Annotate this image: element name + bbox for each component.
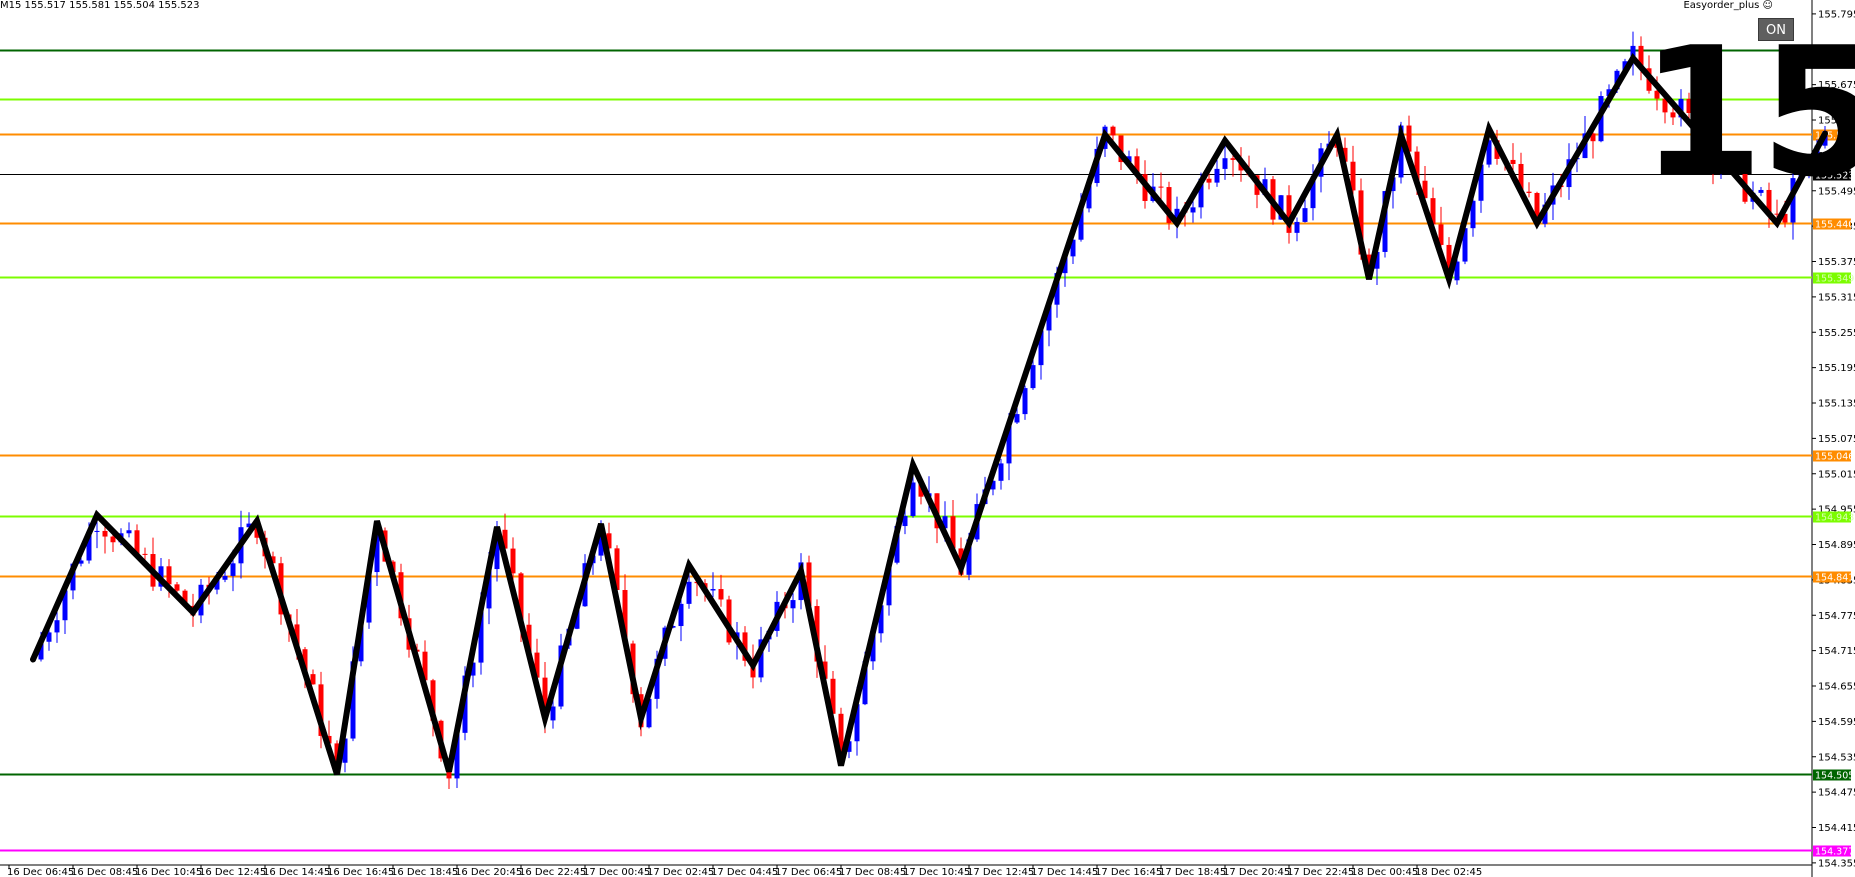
time-tick-label: 17 Dec 06:45 [775,867,842,877]
candle-body [678,603,684,627]
price-tick-label: 155.195 [1818,363,1855,374]
timeframe-label: M15 [0,0,22,11]
price-tick-label: 154.475 [1818,788,1855,799]
timeframe-big-number: 15 [1640,9,1855,216]
price-tick-label: 154.715 [1818,646,1855,657]
price-level-tag-label: 155.349 [1815,274,1854,285]
candle-body [686,581,692,604]
price-tick-label: 154.535 [1818,752,1855,763]
time-tick-label: 17 Dec 08:45 [839,867,906,877]
candle-body [1110,126,1116,136]
candle-body [1294,221,1300,233]
time-tick-label: 16 Dec 08:45 [71,867,138,877]
time-tick-label: 17 Dec 14:45 [1031,867,1098,877]
candle-body [910,482,916,517]
time-tick-label: 17 Dec 02:45 [647,867,714,877]
price-tick-label: 154.415 [1818,823,1855,834]
price-tick-label: 155.075 [1818,434,1855,445]
price-tick-label: 154.895 [1818,540,1855,551]
price-tick-label: 155.255 [1818,328,1855,339]
candle-body [110,536,116,543]
time-tick-label: 16 Dec 22:45 [519,867,586,877]
time-tick-label: 18 Dec 00:45 [1351,867,1418,877]
price-level-tag-label: 154.943 [1815,513,1854,524]
candle-body [1214,168,1220,183]
candle-body [1510,159,1516,164]
candle-body [710,589,716,591]
time-tick-label: 17 Dec 00:45 [583,867,650,877]
price-tick-label: 154.355 [1818,858,1855,869]
candle-body [550,706,556,721]
ohlc-values: 155.517 155.581 155.504 155.523 [24,0,200,11]
price-level-tag-label: 154.505 [1815,771,1854,782]
price-tick-label: 154.775 [1818,611,1855,622]
price-tick-label: 155.135 [1818,399,1855,410]
candle-body [1302,208,1308,222]
candle-body [126,530,132,534]
time-tick-label: 16 Dec 14:45 [263,867,330,877]
candle-body [1230,158,1236,160]
time-tick-label: 16 Dec 16:45 [327,867,394,877]
time-tick-label: 17 Dec 16:45 [1095,867,1162,877]
price-tick-label: 154.595 [1818,717,1855,728]
time-tick-label: 16 Dec 18:45 [391,867,458,877]
time-tick-label: 17 Dec 22:45 [1287,867,1354,877]
time-tick-label: 17 Dec 20:45 [1223,867,1290,877]
candle-body [102,530,108,537]
candle-body [166,566,172,585]
price-level-tag-label: 154.377 [1815,847,1854,858]
candle-body [310,674,316,685]
time-tick-label: 16 Dec 12:45 [199,867,266,877]
time-tick-label: 17 Dec 12:45 [967,867,1034,877]
price-level-tag-label: 155.046 [1815,452,1854,463]
candle-body [174,584,180,591]
candle-body [230,563,236,576]
time-tick-label: 17 Dec 10:45 [903,867,970,877]
price-tick-label: 154.655 [1818,682,1855,693]
time-tick-label: 18 Dec 02:45 [1415,867,1482,877]
price-level-tag-label: 155.440 [1815,220,1854,231]
time-tick-label: 17 Dec 18:45 [1159,867,1226,877]
price-tick-label: 155.315 [1818,292,1855,303]
candle-body [1022,388,1028,415]
price-tick-label: 155.375 [1818,257,1855,268]
zigzag-line [30,52,1828,776]
time-tick-label: 17 Dec 04:45 [711,867,778,877]
time-tick-label: 16 Dec 10:45 [135,867,202,877]
candle-body [1014,414,1020,423]
candle-body [1030,365,1036,389]
candle-body [790,600,796,609]
candle-body [1158,186,1164,188]
candle-body [718,589,724,600]
candle-body [142,553,148,555]
candle-body [1526,191,1532,193]
candle-body [94,530,100,532]
price-level-tag-label: 154.841 [1815,573,1854,584]
time-tick-label: 16 Dec 20:45 [455,867,522,877]
candle-body [510,548,516,574]
ohlc-readout: M15 155.517 155.581 155.504 155.523 [0,0,200,11]
candle-body [1206,178,1212,183]
candle-body [1222,158,1228,169]
price-chart[interactable]: 155.795155.735155.675155.615155.555155.4… [0,0,1855,877]
candle-body [222,575,228,580]
price-tick-label: 155.015 [1818,469,1855,480]
candle-body [998,463,1004,481]
candle-body [54,620,60,633]
candle-body [1190,207,1196,213]
time-tick-label: 16 Dec 06:45 [7,867,74,877]
